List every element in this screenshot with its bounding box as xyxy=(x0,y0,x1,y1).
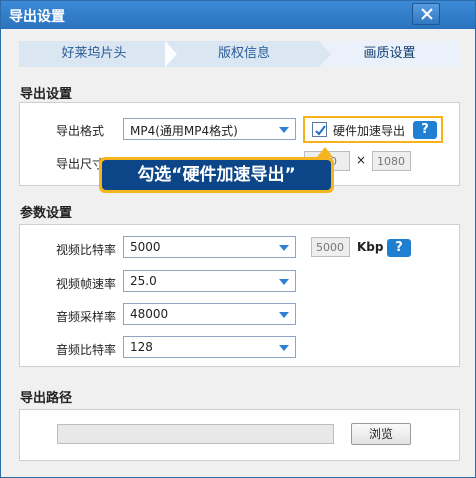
tab-quality[interactable]: 画质设置 xyxy=(319,41,460,67)
tab-copyright[interactable]: 版权信息 xyxy=(169,41,319,67)
chevron-down-icon xyxy=(279,127,289,133)
size-label: 导出尺寸 xyxy=(56,157,105,171)
bitrate-unit: Kbp xyxy=(357,240,384,254)
step-tabs: 好莱坞片头 版权信息 画质设置 xyxy=(19,41,460,67)
format-value: MP4(通用MP4格式) xyxy=(130,124,238,138)
frame-rate-select[interactable]: 25.0 xyxy=(123,270,296,292)
chevron-down-icon xyxy=(279,279,289,285)
section-params: 参数设置 xyxy=(20,206,73,221)
export-path-input[interactable] xyxy=(57,424,334,444)
format-label: 导出格式 xyxy=(56,124,105,138)
title-bar: 导出设置 xyxy=(1,1,475,29)
chevron-down-icon xyxy=(279,312,289,318)
callout-text: 勾选“硬件加速导出” xyxy=(102,160,331,190)
audio-bitrate-label: 音频比特率 xyxy=(56,343,117,357)
sample-rate-select[interactable]: 48000 xyxy=(123,303,296,325)
close-icon xyxy=(421,8,433,20)
export-settings-window: 导出设置 好莱坞片头 版权信息 画质设置 导出设置 导出格式 MP4(通用MP4… xyxy=(0,0,476,478)
audio-bitrate-value: 128 xyxy=(130,340,153,354)
sample-rate-label: 音频采样率 xyxy=(56,310,117,324)
format-select[interactable]: MP4(通用MP4格式) xyxy=(123,118,296,140)
tab-intro[interactable]: 好莱坞片头 xyxy=(19,41,169,67)
bitrate-help-button[interactable]: ? xyxy=(387,239,411,257)
hw-accel-help-button[interactable]: ? xyxy=(413,121,437,139)
step-separator xyxy=(165,41,177,67)
close-button[interactable] xyxy=(412,3,440,25)
callout-pointer xyxy=(317,147,333,157)
video-bitrate-label: 视频比特率 xyxy=(56,243,117,257)
window-title: 导出设置 xyxy=(9,9,65,25)
chevron-down-icon xyxy=(279,345,289,351)
video-bitrate-select[interactable]: 5000 xyxy=(123,236,296,258)
hint-callout: 勾选“硬件加速导出” xyxy=(99,147,334,193)
video-bitrate-box[interactable]: 5000 xyxy=(311,237,350,257)
step-separator xyxy=(319,41,331,67)
video-bitrate-value: 5000 xyxy=(130,240,161,254)
hw-accel-checkbox[interactable] xyxy=(312,122,327,137)
browse-button[interactable]: 浏览 xyxy=(351,423,411,445)
hw-accel-label: 硬件加速导出 xyxy=(333,124,406,138)
audio-bitrate-select[interactable]: 128 xyxy=(123,336,296,358)
frame-rate-label: 视频帧速率 xyxy=(56,277,117,291)
sample-rate-value: 48000 xyxy=(130,307,169,321)
section-export-path: 导出路径 xyxy=(20,391,73,406)
frame-rate-value: 25.0 xyxy=(130,274,157,288)
size-times-sign: × xyxy=(356,153,367,167)
chevron-down-icon xyxy=(279,245,289,251)
check-icon xyxy=(315,125,326,136)
hw-accel-highlight: 硬件加速导出 ? xyxy=(303,116,443,143)
height-input[interactable]: 1080 xyxy=(372,151,411,171)
section-export-settings: 导出设置 xyxy=(20,87,73,102)
